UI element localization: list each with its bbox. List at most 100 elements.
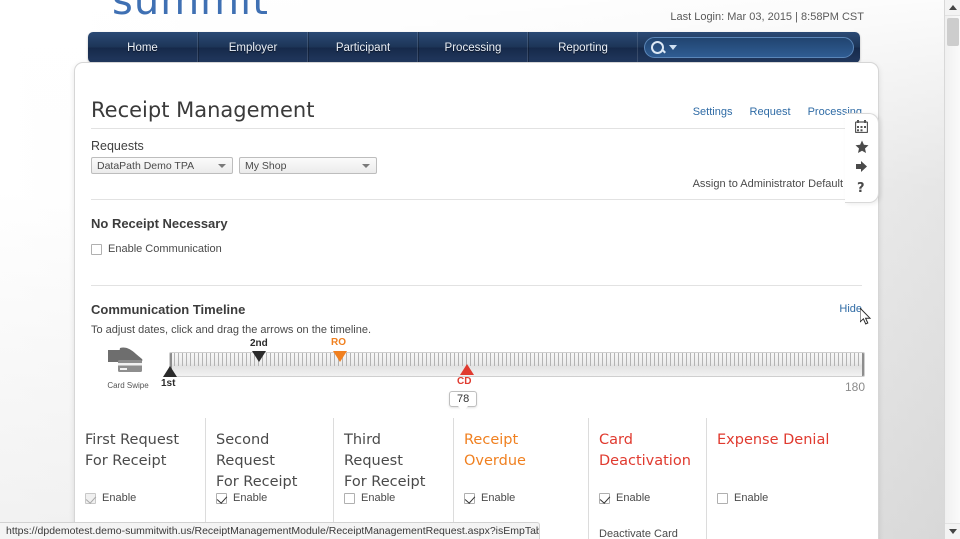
nav-item-processing[interactable]: Processing: [418, 32, 528, 63]
column-receipt-overdue-enable-row: Enable: [464, 492, 515, 504]
tpa-select-value: DataPath Demo TPA: [97, 159, 195, 172]
link-request[interactable]: Request: [750, 106, 791, 118]
timeline-ticks: [170, 353, 864, 366]
column-card-deactivation-sub-label: Deactivate Card: [599, 528, 678, 539]
requests-label: Requests: [91, 139, 144, 153]
chevron-down-icon: [218, 163, 226, 168]
page-scrollbar[interactable]: [944, 0, 960, 539]
help-question-icon[interactable]: ?: [856, 180, 868, 196]
timeline-hide-link[interactable]: Hide: [839, 303, 862, 315]
nav-item-reporting[interactable]: Reporting: [528, 32, 638, 63]
side-rail: ?: [845, 113, 879, 203]
divider-requests: [91, 199, 862, 200]
timeline-end-cap: [862, 353, 864, 376]
shop-select-value: My Shop: [245, 159, 287, 172]
assign-admin-default-row: Assign to Administrator Default: [693, 178, 862, 190]
column-expense-denial-title: Expense Denial: [717, 430, 868, 451]
timeline-marker-ro-label: RO: [331, 337, 346, 348]
title-line-2: For Receipt: [344, 474, 426, 490]
status-bar-url: https://dpdemotest.demo-summitwith.us/Re…: [0, 522, 540, 539]
summit-logo: summit: [112, 0, 269, 24]
column-third-request-enable-row: Enable: [344, 492, 395, 504]
column-first-request-enable-row: Enable: [85, 492, 136, 504]
title-line-1: Third Request: [344, 432, 403, 469]
timeline-tooltip-value: 78: [449, 391, 478, 412]
column-expense-denial: Expense Denial Enable: [707, 418, 878, 539]
column-card-deactivation-enable-label: Enable: [616, 492, 651, 504]
column-second-request: Second Request For Receipt Enable: [206, 418, 334, 539]
column-first-request-title: First Request For Receipt: [85, 430, 195, 472]
column-second-request-title: Second Request For Receipt: [216, 430, 323, 493]
title-line-2: Deactivation: [599, 453, 691, 469]
page-links: Settings Request Processing: [679, 106, 862, 118]
nav-item-home[interactable]: Home: [88, 32, 198, 63]
title-line-1: First Request: [85, 432, 180, 448]
page-title: Receipt Management: [91, 98, 315, 122]
enable-communication-checkbox[interactable]: [91, 243, 102, 255]
calendar-icon[interactable]: [854, 120, 869, 135]
last-login-text: Last Login: Mar 03, 2015 | 8:58PM CST: [670, 11, 864, 23]
column-receipt-overdue-enable-label: Enable: [481, 492, 516, 504]
column-second-request-enable-label: Enable: [233, 492, 268, 504]
chevron-down-icon[interactable]: [669, 45, 677, 50]
scroll-down-button[interactable]: [945, 523, 960, 539]
main-navigation-bar: Home Employer Participant Processing Rep…: [88, 32, 860, 63]
column-card-deactivation-enable-checkbox[interactable]: [599, 492, 610, 504]
title-line-2: For Receipt: [216, 474, 298, 490]
column-receipt-overdue-title: Receipt Overdue: [464, 430, 578, 472]
column-third-request: Third Request For Receipt Enable: [334, 418, 454, 539]
timeline-marker-ro[interactable]: [333, 351, 347, 362]
column-third-request-enable-label: Enable: [361, 492, 396, 504]
search-input[interactable]: [644, 37, 854, 58]
content-card: Receipt Management Settings Request Proc…: [74, 62, 879, 539]
title-line-2: For Receipt: [85, 453, 167, 469]
scroll-up-button[interactable]: [945, 0, 960, 16]
shop-select[interactable]: My Shop: [239, 157, 377, 174]
timeline-ruler[interactable]: [169, 352, 865, 377]
column-card-deactivation-enable-row: Enable: [599, 492, 650, 504]
column-third-request-title: Third Request For Receipt: [344, 430, 443, 493]
nav-item-participant[interactable]: Participant: [308, 32, 418, 63]
triangle-down-icon: [949, 529, 957, 534]
no-receipt-title: No Receipt Necessary: [91, 216, 228, 231]
column-third-request-enable-checkbox[interactable]: [344, 492, 355, 504]
title-line-1: Second Request: [216, 432, 275, 469]
link-settings[interactable]: Settings: [693, 106, 733, 118]
timeline-marker-second[interactable]: [252, 351, 266, 362]
communication-columns: First Request For Receipt Enable Methods…: [75, 418, 878, 539]
search-icon: [651, 41, 664, 54]
timeline-marker-first[interactable]: [163, 366, 177, 377]
card-swipe-label: Card Swipe: [107, 381, 149, 390]
card-swipe-icon: [108, 347, 143, 372]
nav-search-container: [638, 32, 860, 63]
star-filled-icon[interactable]: [855, 140, 869, 156]
browser-page: summit Last Login: Mar 03, 2015 | 8:58PM…: [0, 0, 960, 539]
column-second-request-enable-row: Enable: [216, 492, 267, 504]
enable-communication-row: Enable Communication: [91, 243, 222, 255]
column-receipt-overdue: Receipt Overdue Enable days: [454, 418, 589, 539]
timeline-marker-second-label: 2nd: [250, 338, 268, 349]
svg-text:?: ?: [857, 181, 865, 194]
column-second-request-enable-checkbox[interactable]: [216, 492, 227, 504]
thumbs-up-icon[interactable]: [855, 160, 869, 175]
assign-admin-default-label: Assign to Administrator Default: [692, 178, 843, 190]
nav-item-employer[interactable]: Employer: [198, 32, 308, 63]
scrollbar-thumb[interactable]: [947, 18, 959, 46]
column-receipt-overdue-enable-checkbox[interactable]: [464, 492, 475, 504]
title-line-1: Card: [599, 432, 633, 448]
timeline-title: Communication Timeline: [91, 302, 246, 317]
column-card-deactivation: Card Deactivation Enable Deactivate Card: [589, 418, 707, 539]
column-first-request-enable-checkbox[interactable]: [85, 492, 96, 504]
column-first-request: First Request For Receipt Enable Methods…: [75, 418, 206, 539]
divider-title: [91, 128, 862, 129]
timeline-end-label: 180: [845, 380, 866, 394]
timeline-hint: To adjust dates, click and drag the arro…: [91, 324, 372, 336]
tpa-select[interactable]: DataPath Demo TPA: [91, 157, 233, 174]
card-swipe-group: Card Swipe: [93, 346, 163, 390]
timeline-marker-cd[interactable]: [460, 364, 474, 375]
title-line-1: Receipt Overdue: [464, 432, 526, 469]
timeline-marker-cd-label: CD: [457, 376, 472, 387]
column-expense-denial-enable-checkbox[interactable]: [717, 492, 728, 504]
column-card-deactivation-title: Card Deactivation: [599, 430, 696, 472]
title-line-1: Expense Denial: [717, 432, 830, 448]
